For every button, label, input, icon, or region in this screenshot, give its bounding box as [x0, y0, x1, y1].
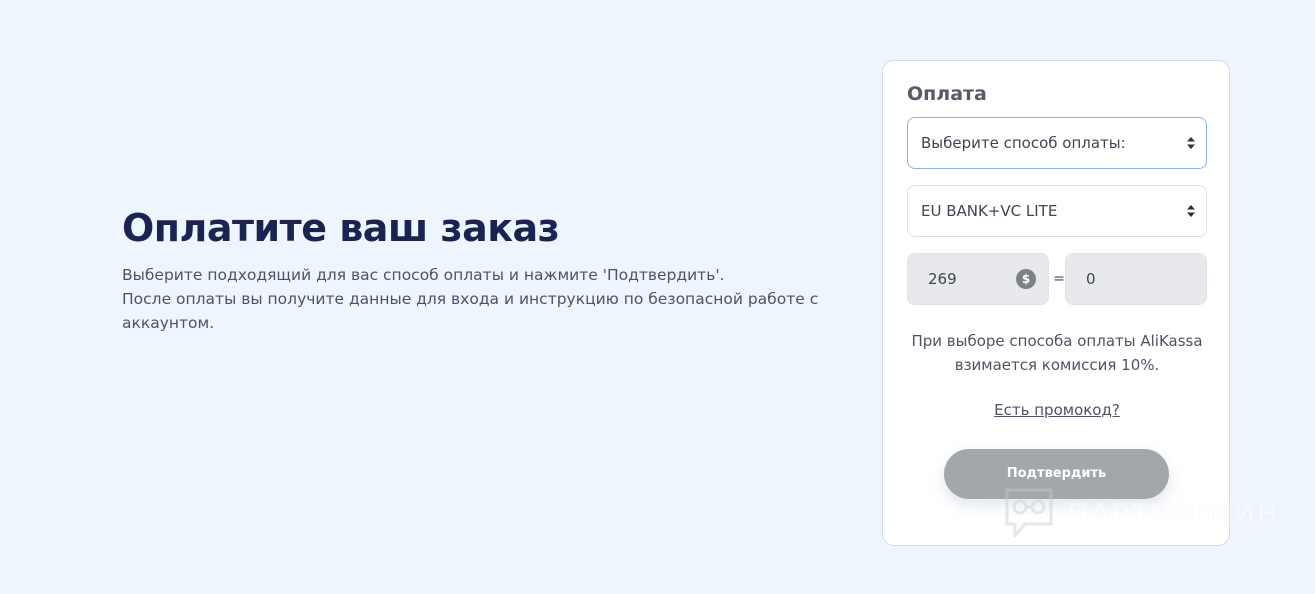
description-line-1: Выберите подходящий для вас способ оплат…	[122, 266, 725, 284]
amount-field[interactable]: 269 $	[907, 253, 1049, 305]
page-title: Оплатите ваш заказ	[122, 206, 560, 250]
watermark-text: ПАРТНЕРКИН	[1067, 499, 1280, 529]
page-description: Выберите подходящий для вас способ оплат…	[122, 263, 822, 335]
converted-amount-value: 0	[1086, 270, 1096, 288]
equals-sign: =	[1053, 271, 1065, 287]
payment-title: Оплата	[907, 83, 987, 105]
converted-amount-field[interactable]: 0	[1065, 253, 1207, 305]
payment-method-value: Выберите способ оплаты:	[921, 134, 1126, 152]
intro-section: Оплатите ваш заказ Выберите подходящий д…	[122, 205, 822, 335]
commission-note: При выборе способа оплаты AliKassa взима…	[893, 329, 1221, 377]
payment-method-select[interactable]: Выберите способ оплаты:	[907, 117, 1207, 169]
commission-note-line-2: взимается комиссия 10%.	[954, 356, 1160, 374]
sort-arrows-icon	[1187, 205, 1195, 217]
product-select[interactable]: EU BANK+VC LITE	[907, 185, 1207, 237]
payment-card: Оплата Выберите способ оплаты: EU BANK+V…	[882, 60, 1230, 546]
commission-note-line-1: При выборе способа оплаты AliKassa	[911, 332, 1203, 350]
dollar-coin-icon: $	[1016, 269, 1036, 289]
sort-arrows-icon	[1187, 137, 1195, 149]
promo-code-link[interactable]: Есть промокод?	[883, 401, 1231, 419]
chat-glasses-logo-icon	[1005, 488, 1053, 538]
description-line-2: После оплаты вы получите данные для вход…	[122, 290, 819, 332]
product-value: EU BANK+VC LITE	[921, 202, 1058, 220]
amount-value: 269	[928, 270, 957, 288]
watermark: ПАРТНЕРКИН	[1003, 486, 1279, 542]
